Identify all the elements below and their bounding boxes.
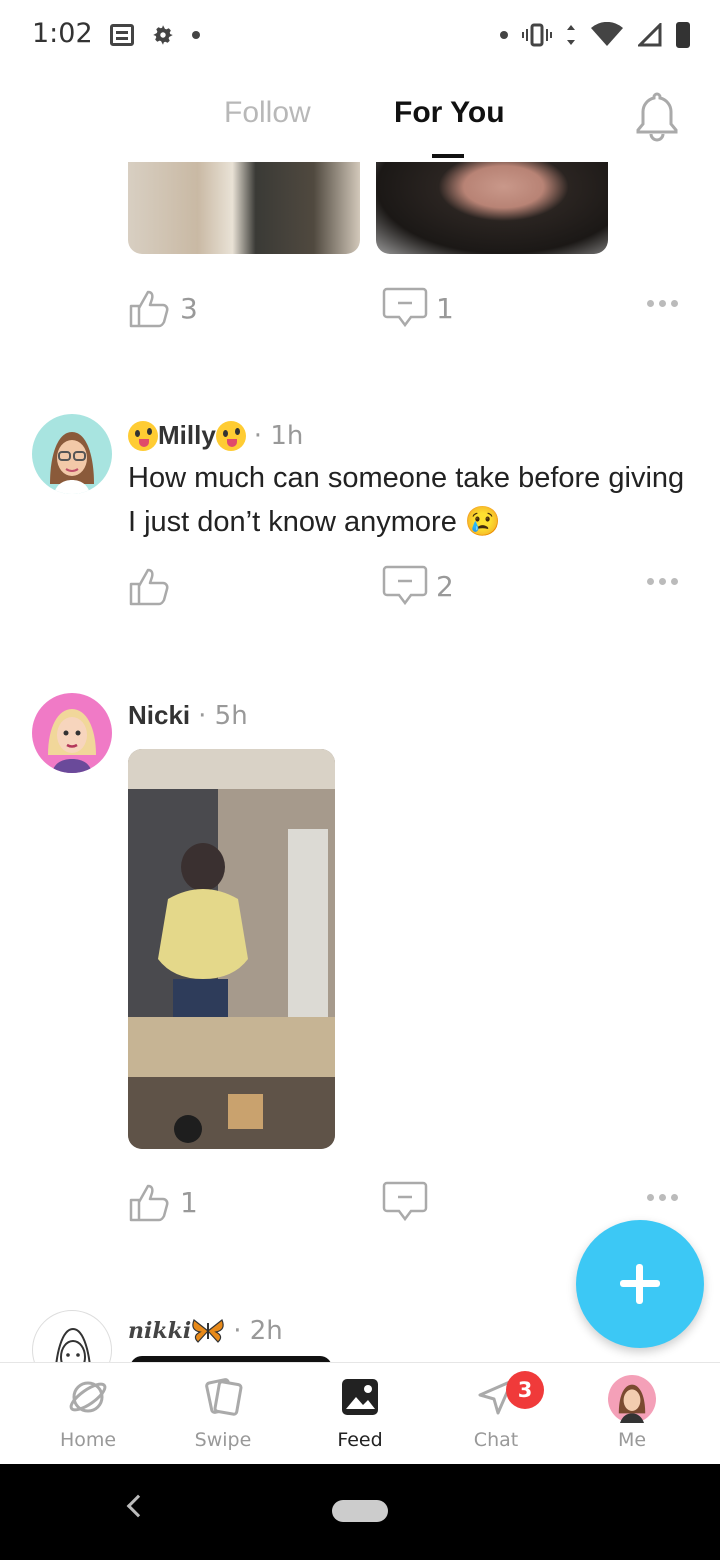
post-header: Milly · 1h (128, 420, 303, 451)
post-photo[interactable] (376, 158, 608, 254)
nav-home[interactable]: Home (20, 1363, 156, 1465)
post-author[interactable]: nikki (128, 1318, 191, 1344)
crying-emoji-icon: 😢 (464, 506, 501, 538)
post-text: How much can someone take before giving … (128, 462, 685, 538)
post-author[interactable]: Nicki (128, 700, 190, 731)
status-bar: 1:02 (0, 0, 720, 72)
nav-me[interactable]: Me (564, 1363, 700, 1465)
post-header: Nicki · 5h (128, 700, 248, 731)
avatar[interactable] (32, 414, 112, 494)
post-actions: 3 1 (128, 286, 688, 336)
status-dot-icon (500, 31, 508, 39)
comment-button[interactable]: 2 (382, 564, 454, 608)
comment-button[interactable] (382, 1180, 436, 1224)
post-photo[interactable] (128, 749, 335, 1149)
planet-icon (69, 1381, 107, 1413)
feed-list[interactable]: 3 1 Milly · 1h How much can someone take… (0, 158, 720, 1362)
like-button[interactable]: 1 (128, 1180, 198, 1224)
status-time: 1:02 (32, 18, 93, 49)
crazy-face-emoji-icon (128, 420, 158, 451)
tab-active-indicator (432, 154, 464, 158)
post-time: · 1h (253, 420, 304, 451)
thumbs-up-icon (129, 568, 169, 606)
like-button[interactable] (128, 564, 180, 608)
like-count: 1 (180, 1185, 198, 1219)
bottom-nav: Home Swipe Feed 3 Chat Me (0, 1362, 720, 1464)
comment-icon (382, 565, 428, 606)
more-options-button[interactable] (647, 1194, 678, 1201)
data-arrows-icon (567, 25, 575, 45)
comment-count: 2 (436, 569, 454, 603)
more-options-button[interactable] (647, 578, 678, 585)
post-time: · 5h (198, 700, 248, 731)
user-avatar-image (48, 709, 96, 773)
like-button[interactable]: 3 (128, 286, 198, 330)
comment-icon (382, 1181, 428, 1222)
comment-count: 1 (436, 291, 454, 325)
post-author[interactable]: Milly (158, 420, 216, 451)
bell-icon[interactable] (634, 90, 680, 144)
cell-signal-icon (638, 23, 662, 47)
message-notification-icon (110, 24, 134, 46)
home-pill[interactable] (332, 1500, 388, 1522)
cards-icon (205, 1378, 243, 1416)
create-post-button[interactable] (576, 1220, 704, 1348)
image-icon (342, 1379, 378, 1415)
vibrate-icon (522, 23, 552, 47)
comment-button[interactable]: 1 (382, 286, 454, 330)
battery-icon (676, 22, 690, 48)
post-actions: 2 (128, 564, 688, 614)
tab-follow[interactable]: Follow (224, 96, 311, 130)
user-avatar-image (50, 432, 94, 494)
crazy-face-emoji-icon (215, 420, 246, 451)
mirror-selfie-image (128, 749, 335, 1149)
thumbs-up-icon (129, 290, 169, 328)
post-header: nikki · 2h (128, 1316, 283, 1346)
nav-feed[interactable]: Feed (292, 1363, 428, 1465)
nav-chat[interactable]: 3 Chat (428, 1363, 564, 1465)
nav-swipe[interactable]: Swipe (155, 1363, 291, 1465)
post-photo[interactable] (128, 158, 360, 254)
notification-dot-icon (192, 31, 200, 39)
chat-unread-badge: 3 (506, 1371, 544, 1409)
tab-for-you[interactable]: For You (394, 96, 505, 130)
comment-icon (382, 287, 428, 328)
like-count: 3 (180, 291, 198, 325)
settings-icon (153, 25, 173, 45)
avatar[interactable] (32, 1310, 112, 1362)
post-actions: 1 (128, 1180, 688, 1230)
wifi-icon (591, 22, 623, 46)
more-options-button[interactable] (647, 300, 678, 307)
back-icon[interactable] (126, 1494, 150, 1518)
avatar (608, 1375, 656, 1423)
thumbs-up-icon (129, 1184, 169, 1222)
avatar[interactable] (32, 693, 112, 773)
feed-tabs: Follow For You (0, 82, 720, 162)
butterfly-icon (192, 1319, 224, 1343)
post-time: · 2h (233, 1316, 283, 1346)
user-avatar-image (55, 1327, 91, 1362)
system-nav-bar (0, 1464, 720, 1560)
